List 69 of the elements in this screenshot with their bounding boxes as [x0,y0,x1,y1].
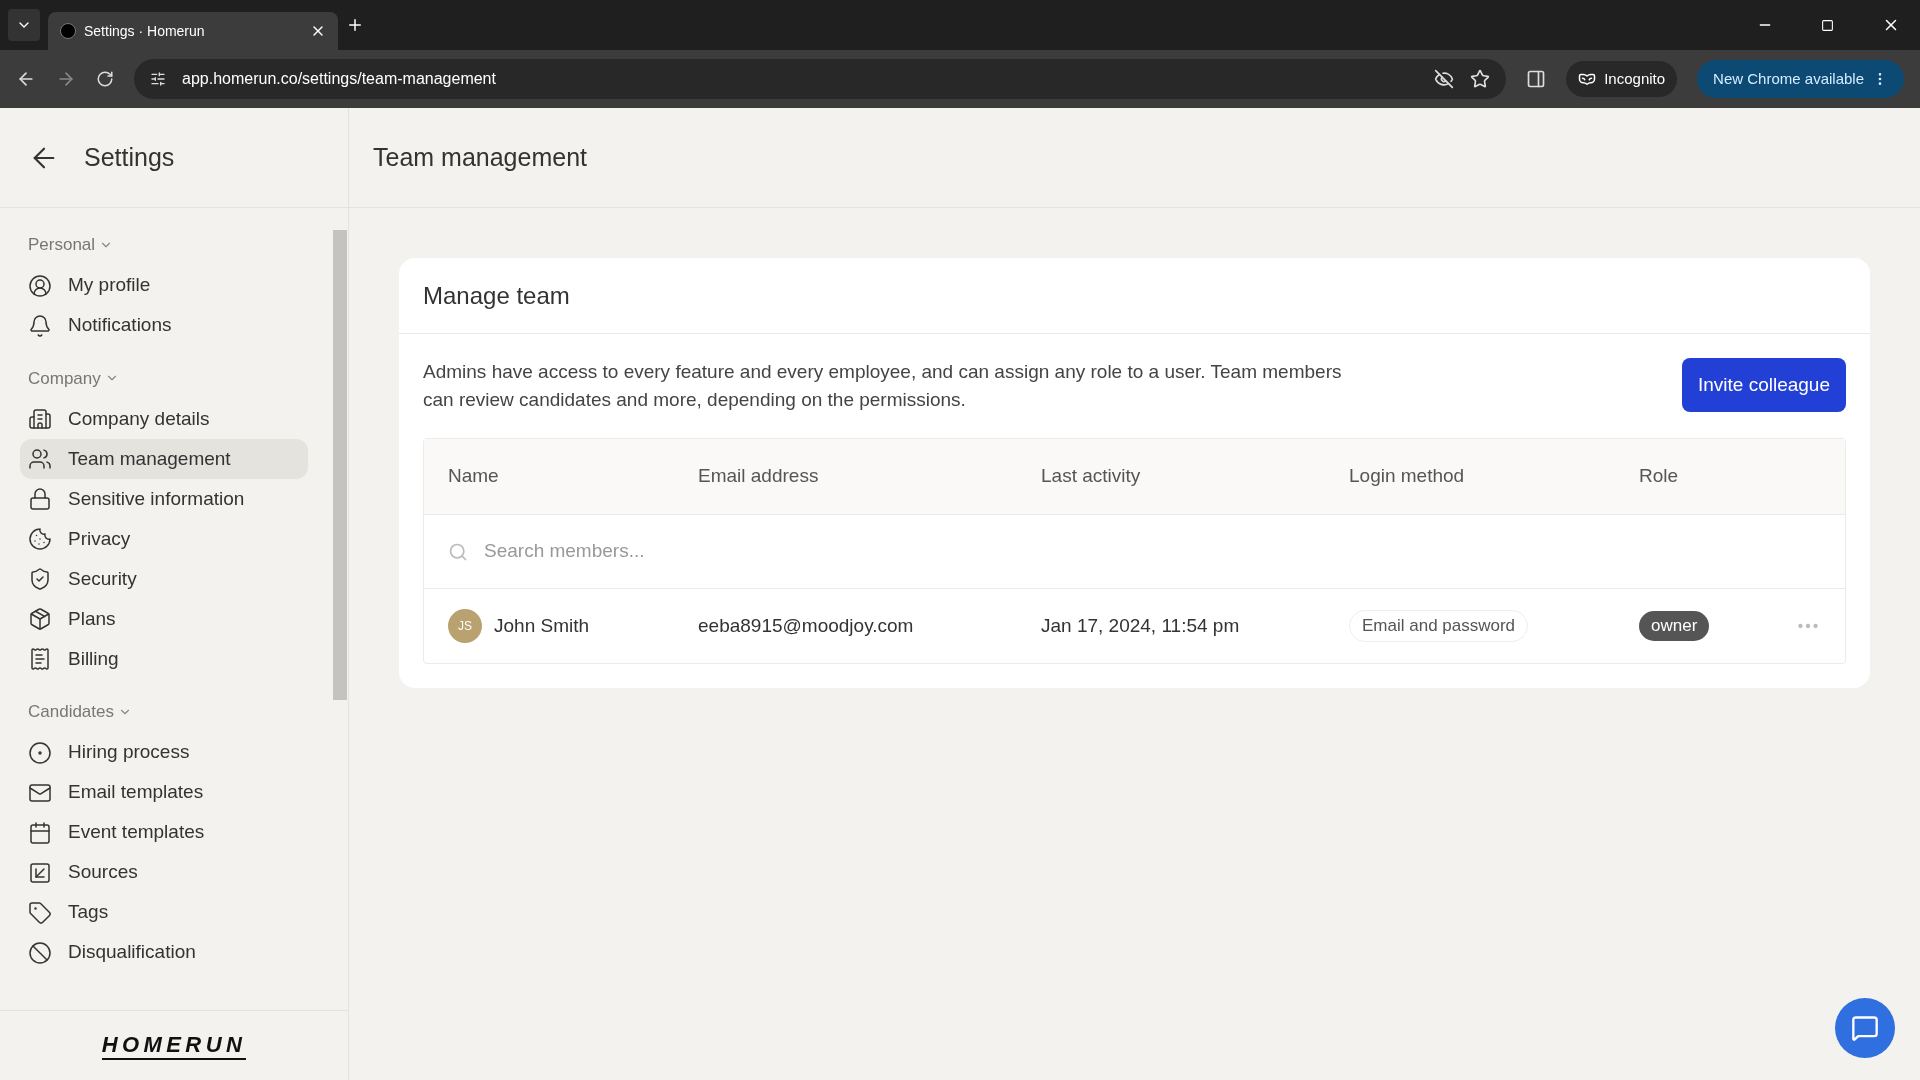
building-icon [28,407,52,431]
section-label: Company [28,367,101,390]
sidebar-item[interactable]: Sources [20,852,308,893]
restore-icon[interactable] [1821,18,1834,32]
sidebar-item[interactable]: Tags [20,892,308,933]
last-activity: Jan 17, 2024, 11:54 pm [1041,613,1241,638]
tab-list-button[interactable] [8,9,40,41]
search-input[interactable]: Search members... [484,537,1821,566]
new-tab-icon[interactable] [346,16,364,34]
ban-icon [28,940,52,965]
search-field[interactable]: Search members... [424,515,1845,589]
role-badge: owner [1639,611,1710,641]
invite-colleague-button[interactable]: Invite colleague [1681,358,1846,412]
update-chrome-button[interactable]: New Chrome available [1697,60,1904,98]
scrollbar-thumb[interactable] [333,230,347,700]
box-icon [28,607,52,631]
calendar-icon [28,820,52,845]
incognito-badge[interactable]: Incognito [1566,61,1678,97]
lock-icon [28,487,52,511]
eye-off-icon[interactable] [1434,69,1455,89]
sidebar-item[interactable]: Sensitive information [20,479,308,519]
reload-icon[interactable] [96,70,114,88]
sidebar-item[interactable]: Team management [20,439,308,479]
search-icon [448,541,468,562]
page-title: Team management [373,141,587,173]
chat-icon [1851,1014,1879,1042]
column-header: Name [448,464,500,489]
url-text: app.homerun.co/settings/team-management [182,69,497,89]
tag-icon [28,900,52,925]
favicon-icon [60,23,76,39]
column-header: Role [1639,464,1680,489]
site-settings-icon[interactable] [150,71,166,87]
sidebar-item[interactable]: Company details [20,399,308,439]
cookie-icon [28,527,52,551]
avatar: JS [448,609,482,643]
sidebar-item[interactable]: Disqualification [20,932,308,973]
sidebar-item[interactable]: Hiring process [20,732,308,773]
description-text: Admins have access to every feature and every employee, and can assign any role to a user. Team members can review candidates and more, depending on the permissions. [423,360,1343,412]
bell-icon [28,313,52,338]
arrow-square-icon [28,860,52,885]
sidebar-item[interactable]: Billing [20,639,308,679]
users-icon [28,447,52,471]
side-panel-icon[interactable] [1526,69,1547,89]
sidebar-item[interactable]: Plans [20,599,308,639]
homerun-logo: HOMERUN [101,1030,247,1061]
sidebar-title: Settings [84,141,175,173]
sidebar-item[interactable]: Security [20,559,308,599]
circle-icon [28,740,52,765]
chat-button[interactable] [1835,998,1895,1058]
address-bar[interactable]: app.homerun.co/settings/team-management [134,59,1507,99]
column-header: Login method [1349,464,1466,489]
browser-tab[interactable]: Settings · Homerun [48,12,338,50]
section-label: Candidates [28,701,114,723]
card-title: Manage team [423,280,570,311]
user-icon [28,273,52,298]
sidebar-item[interactable]: Notifications [20,305,308,346]
sidebar-item[interactable]: Event templates [20,812,308,853]
sidebar-item[interactable]: Privacy [20,519,308,559]
column-header: Email address [698,464,820,489]
tab-title: Settings · Homerun [84,21,206,41]
section-label: Personal [28,234,96,256]
receipt-icon [28,647,52,671]
shield-icon [28,567,52,591]
sidebar-item[interactable]: My profile [20,265,308,306]
member-name: John Smith [494,613,590,638]
column-header: Last activity [1041,464,1142,489]
bookmark-star-icon[interactable] [1470,69,1491,89]
sidebar-item[interactable]: Email templates [20,772,308,813]
member-email: eeba8915@moodjoy.com [698,613,915,638]
